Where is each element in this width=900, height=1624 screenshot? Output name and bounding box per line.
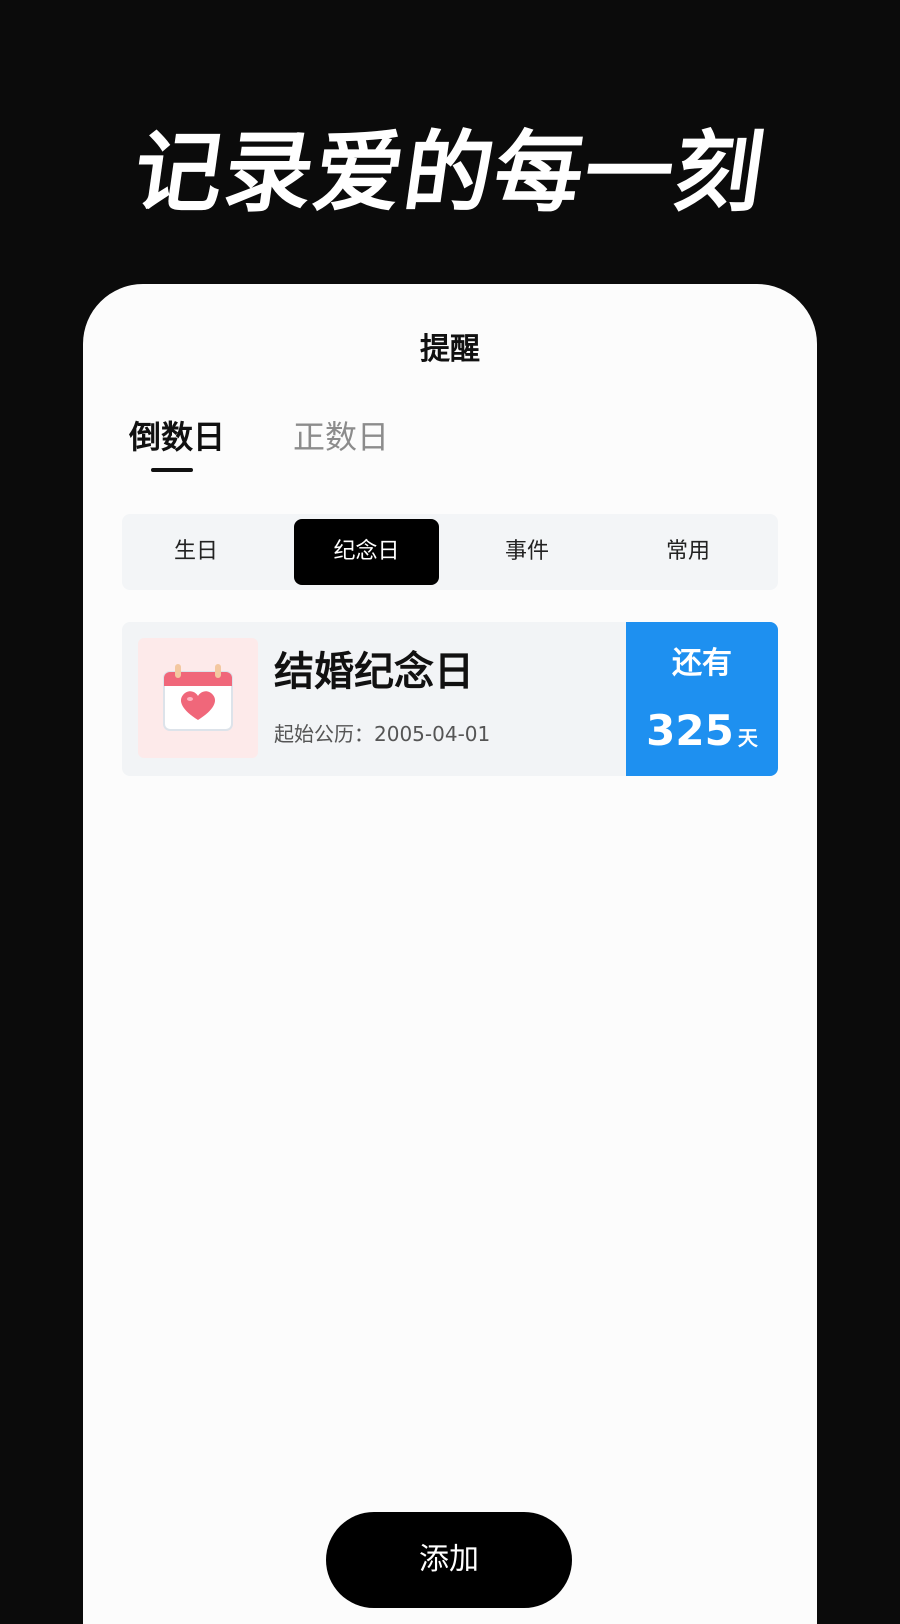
tab-count-up[interactable]: 正数日	[293, 416, 389, 458]
page-title: 提醒	[420, 332, 480, 367]
segment-birthday[interactable]: 生日	[126, 519, 266, 585]
countdown-value-row: 325 天	[626, 706, 778, 765]
segment-anniversary[interactable]: 纪念日	[294, 519, 439, 585]
segment-common[interactable]: 常用	[618, 519, 758, 585]
active-tab-indicator	[151, 468, 193, 472]
event-card[interactable]: 结婚纪念日 起始公历：2005-04-01 还有 325 天	[122, 622, 778, 776]
segment-event[interactable]: 事件	[457, 519, 597, 585]
tab-countdown[interactable]: 倒数日	[129, 416, 225, 458]
countdown-unit: 天	[737, 726, 758, 750]
event-start-date: 起始公历：2005-04-01	[274, 722, 491, 746]
category-segmented-control: 生日 纪念日 事件 常用	[122, 514, 778, 590]
countdown-label: 还有	[672, 646, 732, 681]
event-name: 结婚纪念日	[274, 649, 474, 695]
calendar-heart-icon	[138, 638, 258, 758]
add-button[interactable]: 添加	[326, 1512, 572, 1608]
app-panel: 提醒 倒数日 正数日 生日 纪念日 事件 常用 结婚纪念日 起始公历：2005-…	[83, 284, 817, 1624]
countdown-days: 325	[646, 706, 734, 755]
hero-title: 记录爱的每一刻	[127, 121, 773, 224]
countdown-badge: 还有 325 天	[626, 622, 778, 776]
